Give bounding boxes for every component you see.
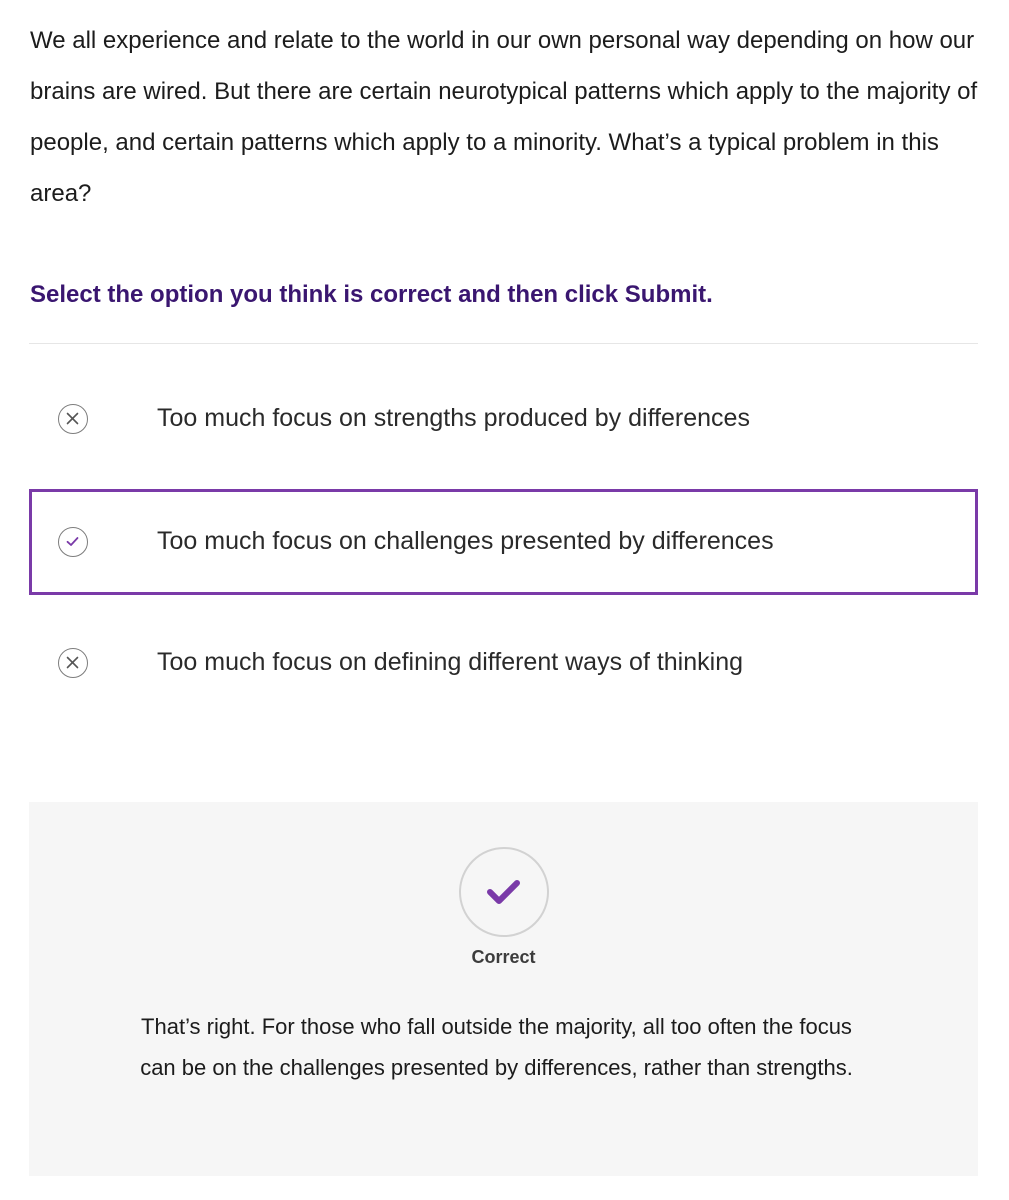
feedback-status: Correct xyxy=(471,947,536,967)
divider xyxy=(29,343,978,344)
option-strengths[interactable]: Too much focus on strengths produced by … xyxy=(29,366,978,472)
option-label: Too much focus on challenges presented b… xyxy=(157,527,774,555)
option-label: Too much focus on strengths produced by … xyxy=(157,404,750,432)
feedback-panel: Correct That’s right. For those who fall… xyxy=(29,802,978,1176)
option-defining[interactable]: Too much focus on defining different way… xyxy=(29,610,978,716)
check-circle-icon xyxy=(58,527,88,557)
x-circle-icon xyxy=(58,648,88,678)
question-text: We all experience and relate to the worl… xyxy=(30,27,978,207)
feedback-text: That’s right. For those who fall outside… xyxy=(140,1014,853,1080)
option-challenges[interactable]: Too much focus on challenges presented b… xyxy=(29,489,978,595)
x-circle-icon xyxy=(58,404,88,434)
checkmark-icon xyxy=(459,847,549,937)
instruction-text: Select the option you think is correct a… xyxy=(30,281,713,308)
option-label: Too much focus on defining different way… xyxy=(157,648,743,676)
